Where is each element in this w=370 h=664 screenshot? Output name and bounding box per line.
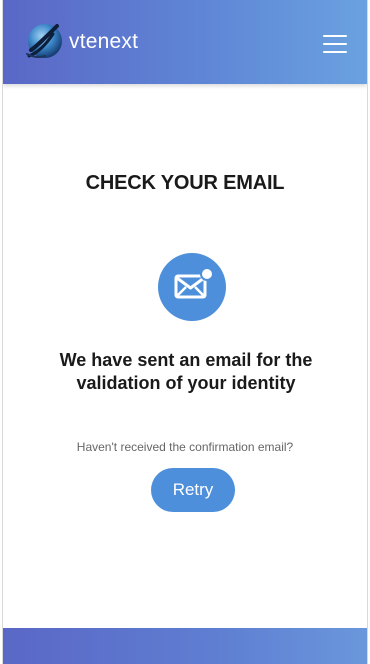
brand-logo[interactable]: vtenext bbox=[23, 20, 138, 64]
menu-line bbox=[323, 43, 347, 45]
confirmation-message: We have sent an email for the validation… bbox=[59, 350, 313, 393]
app-frame: vtenext CHECK YOUR EMAIL We have sent an… bbox=[2, 0, 368, 664]
globe-logo-icon bbox=[26, 24, 62, 59]
hamburger-menu-icon[interactable] bbox=[323, 35, 347, 53]
brand-name: vtenext bbox=[69, 30, 139, 53]
menu-line bbox=[323, 51, 347, 53]
retry-button[interactable]: Retry bbox=[151, 468, 235, 512]
header-bar: vtenext bbox=[3, 0, 367, 84]
menu-line bbox=[323, 35, 347, 37]
page-title: CHECK YOUR EMAIL bbox=[85, 172, 285, 194]
envelope-icon bbox=[174, 267, 214, 299]
envelope-notification-icon bbox=[158, 253, 226, 321]
resend-hint: Haven't received the confirmation email? bbox=[76, 440, 294, 454]
footer-bar bbox=[3, 628, 367, 664]
